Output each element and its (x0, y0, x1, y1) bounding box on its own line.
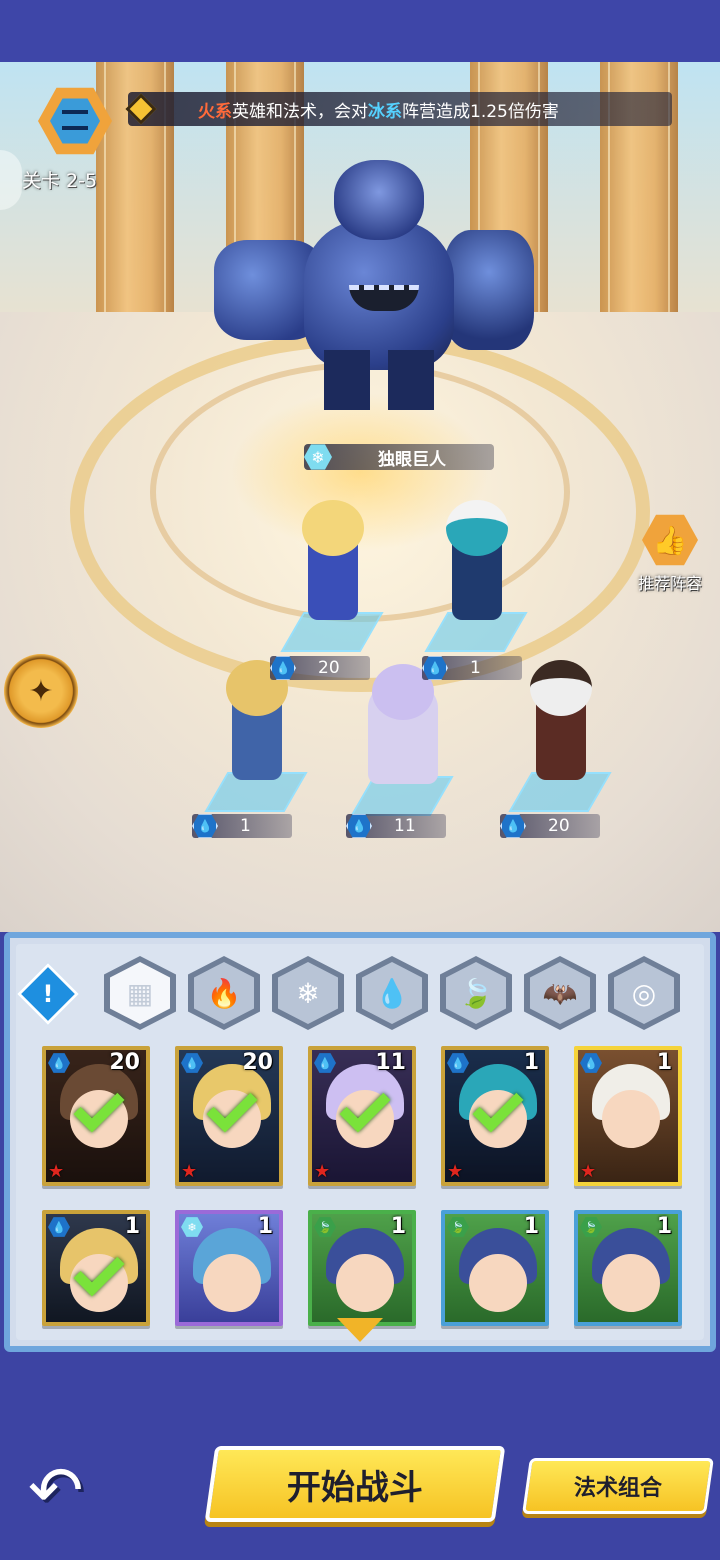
start-battle-button[interactable]: 开始战斗 (204, 1446, 506, 1522)
compass-icon[interactable]: ✦ (4, 654, 78, 728)
fire-icon: 🔥 (194, 962, 254, 1024)
star-icon: ★ (181, 1161, 198, 1182)
snowflake-icon: ❄ (304, 444, 332, 470)
hero-level-tag: 💧 1 (192, 814, 292, 838)
recommend-lineup-button[interactable]: 👍 推荐阵容 (628, 512, 712, 596)
back-button[interactable]: ↶ (28, 1456, 128, 1526)
water-drop-icon: 💧 (422, 656, 448, 680)
hero-level-tag: 💧 20 (270, 656, 370, 680)
boss-nameplate: ❄ 独眼巨人 (304, 444, 494, 470)
element-bonus-banner: 火系英雄和法术，会对冰系阵营造成1.25倍伤害 (125, 92, 672, 126)
spell-combo-button[interactable]: 法术组合 (522, 1458, 714, 1514)
top-bar (0, 0, 720, 62)
hero-card[interactable]: ❄ 1 (175, 1210, 283, 1326)
hero-card[interactable]: 💧 1 ★ (574, 1046, 682, 1186)
banner-text: 火系英雄和法术，会对冰系阵营造成1.25倍伤害 (198, 101, 559, 122)
hero-card[interactable]: 🍃 1 (441, 1210, 549, 1326)
hero-teal-hair-captain[interactable] (424, 500, 528, 652)
hero-card[interactable]: 💧 1 ★ (441, 1046, 549, 1186)
hero-card[interactable]: 💧 20 ★ (175, 1046, 283, 1186)
water-icon: 💧 (362, 962, 422, 1024)
ice-icon: ❄ (278, 962, 338, 1024)
level-label: 关卡 2-5 (22, 170, 98, 192)
hero-level-tag: 💧 1 (422, 656, 522, 680)
all-grid-icon: ▦ (110, 962, 170, 1024)
hero-level-tag: 💧 11 (346, 814, 446, 838)
star-icon: ★ (580, 1161, 597, 1182)
level-badge (28, 80, 124, 164)
diamond-icon (125, 93, 157, 125)
vortex-icon: ◎ (614, 962, 674, 1024)
hero-card[interactable]: 💧 1 (42, 1210, 150, 1326)
hero-pirate-gunner[interactable] (508, 660, 612, 812)
hero-card[interactable]: 🍃 1 (308, 1210, 416, 1326)
boss-cyclops[interactable] (214, 160, 534, 420)
water-drop-icon: 💧 (270, 656, 296, 680)
hero-lavender-mage[interactable] (350, 664, 454, 816)
start-battle-label: 开始战斗 (287, 1467, 423, 1508)
hero-card[interactable]: 💧 11 ★ (308, 1046, 416, 1186)
water-drop-icon: 💧 (192, 814, 218, 838)
spell-combo-label: 法术组合 (573, 1476, 662, 1501)
level-icon (62, 110, 88, 130)
hero-blue-bow-girl[interactable] (280, 500, 384, 652)
hero-card[interactable]: 💧 20 ★ (42, 1046, 150, 1186)
hero-blonde-warrior[interactable] (204, 660, 308, 812)
water-drop-icon: 💧 (346, 814, 372, 838)
leaf-icon: 🍃 (446, 962, 506, 1024)
star-icon: ★ (447, 1161, 464, 1182)
water-drop-icon: 💧 (500, 814, 526, 838)
mask-icon: 🦇 (530, 962, 590, 1024)
star-icon: ★ (48, 1161, 65, 1182)
thumbs-up-icon: 👍 (642, 514, 698, 566)
star-icon: ★ (314, 1161, 331, 1182)
recommend-label: 推荐阵容 (637, 574, 702, 593)
hero-level-tag: 💧 20 (500, 814, 600, 838)
hero-card[interactable]: 🍃 1 (574, 1210, 682, 1326)
boss-name: 独眼巨人 (378, 449, 446, 470)
